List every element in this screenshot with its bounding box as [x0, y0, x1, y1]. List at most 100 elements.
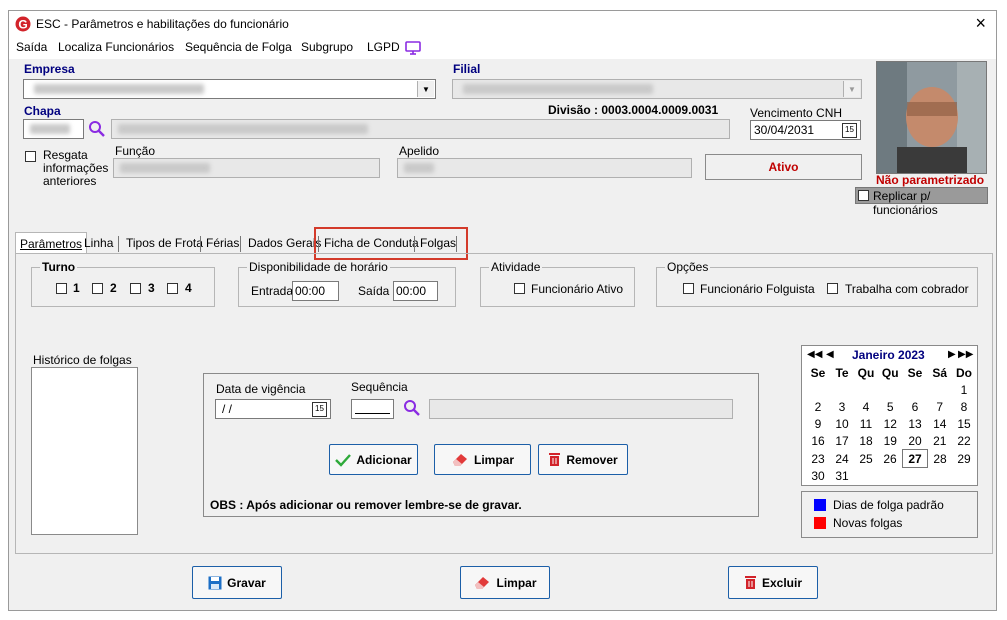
saida-field[interactable]: 00:00	[393, 281, 438, 301]
calendar-day[interactable]: 21	[928, 432, 953, 450]
tab-parametros[interactable]: Parâmetros	[15, 232, 88, 254]
limpar-folga-button[interactable]: Limpar	[434, 444, 531, 475]
calendar-weekday: Sá	[932, 365, 948, 380]
funcao-field	[113, 158, 380, 178]
status-badge: Ativo	[705, 154, 862, 180]
replicar-checkbox[interactable]	[858, 190, 869, 201]
filial-combo[interactable]: ▼	[452, 79, 862, 99]
entrada-field[interactable]: 00:00	[292, 281, 339, 301]
calendar-day[interactable]: 7	[928, 398, 953, 415]
calendar-day[interactable]: 25	[854, 450, 878, 468]
funcionario-ativo-checkbox[interactable]	[514, 283, 525, 294]
turno-2-checkbox[interactable]	[92, 283, 103, 294]
calendar-day[interactable]: 3	[830, 398, 854, 415]
chevron-down-icon[interactable]: ▼	[843, 81, 860, 97]
calendar-icon[interactable]: 15	[842, 123, 857, 138]
prev-month-icon[interactable]: ◀	[826, 349, 834, 360]
calendar-day[interactable]: 18	[854, 432, 878, 450]
legend-padrao-swatch	[814, 499, 826, 511]
calendar-day[interactable]: 11	[854, 415, 878, 432]
tab-label: Tipos de Frota	[126, 236, 203, 250]
adicionar-button[interactable]: Adicionar	[329, 444, 418, 475]
tab-tipos-de-frota[interactable]: Tipos de Frota	[122, 233, 207, 253]
turno-2-label: 2	[110, 281, 117, 295]
prev-year-icon[interactable]: ◀◀	[807, 349, 822, 360]
svg-text:G: G	[18, 18, 27, 32]
calendar-day[interactable]: 22	[952, 432, 976, 450]
calendar-day[interactable]: 27	[902, 449, 928, 468]
search-icon[interactable]	[88, 120, 106, 141]
menu-saida[interactable]: Saída	[16, 40, 47, 54]
calendar-icon[interactable]: 15	[312, 402, 327, 417]
calendar-day[interactable]: 29	[952, 450, 976, 468]
replicar-label: Replicar p/ funcionários	[873, 189, 938, 217]
next-month-icon[interactable]: ▶	[948, 349, 956, 360]
calendar-day[interactable]: 13	[903, 415, 928, 432]
calendar-day[interactable]: 15	[952, 415, 976, 432]
calendar-weekday: Se	[810, 365, 826, 380]
gravar-button[interactable]: Gravar	[192, 566, 282, 599]
chapa-field[interactable]	[23, 119, 84, 139]
historico-list[interactable]	[31, 367, 138, 535]
calendar-day[interactable]: 20	[903, 432, 928, 450]
apelido-field	[397, 158, 692, 178]
eraser-icon	[475, 576, 490, 589]
calendar-day[interactable]: 17	[830, 432, 854, 450]
remover-label: Remover	[566, 452, 618, 467]
calendar-day	[878, 468, 903, 486]
resgata-label: Resgata informações anteriores	[43, 148, 109, 188]
resgata-checkbox[interactable]	[25, 151, 36, 162]
close-icon[interactable]: ×	[975, 13, 986, 34]
remover-button[interactable]: Remover	[538, 444, 628, 475]
calendar-day[interactable]: 5	[878, 398, 903, 415]
title-bar: G ESC - Parâmetros e habilitações do fun…	[9, 11, 996, 37]
window-title: ESC - Parâmetros e habilitações do funci…	[36, 17, 289, 31]
calendar-day[interactable]: 19	[878, 432, 903, 450]
calendar-day[interactable]: 14	[928, 415, 953, 432]
next-year-icon[interactable]: ▶▶	[958, 349, 973, 360]
calendar-day[interactable]: 10	[830, 415, 854, 432]
calendar-day[interactable]: 6	[903, 398, 928, 415]
calendar-day[interactable]: 23	[806, 450, 830, 468]
menu-lgpd[interactable]: LGPD	[367, 40, 400, 54]
calendar-day[interactable]: 4	[854, 398, 878, 415]
vencimento-field[interactable]: 30/04/2031 15	[750, 120, 861, 140]
replicar-control[interactable]: Replicar p/ funcionários	[855, 187, 988, 217]
check-icon	[335, 453, 352, 467]
turno-4-checkbox[interactable]	[167, 283, 178, 294]
vigencia-field[interactable]: / / 15	[215, 399, 331, 419]
calendar-day[interactable]: 16	[806, 432, 830, 450]
calendar-day[interactable]: 26	[878, 450, 903, 468]
menu-localiza-funcionarios[interactable]: Localiza Funcionários	[58, 40, 174, 54]
menu-subgrupo[interactable]: Subgrupo	[301, 40, 353, 54]
calendar-day[interactable]: 8	[952, 398, 976, 415]
calendar-day[interactable]: 12	[878, 415, 903, 432]
employee-name-field	[111, 119, 730, 139]
search-icon[interactable]	[403, 399, 421, 420]
calendar-day[interactable]: 31	[830, 468, 854, 486]
calendar-day[interactable]: 1	[952, 381, 976, 398]
folguista-checkbox[interactable]	[683, 283, 694, 294]
tab-ferias[interactable]: Férias	[202, 233, 243, 253]
trash-icon	[549, 453, 561, 466]
vigencia-value: / /	[222, 402, 233, 416]
limpar-button[interactable]: Limpar	[460, 566, 550, 599]
calendar-day[interactable]: 28	[928, 450, 953, 468]
calendar-day[interactable]: 30	[806, 468, 830, 486]
chevron-down-icon[interactable]: ▼	[417, 81, 434, 97]
calendar: ◀◀ ◀ Janeiro 2023 ▶ ▶▶ Se Te Qu Qu Se Sá Do 12…	[801, 345, 978, 486]
excluir-button[interactable]: Excluir	[728, 566, 818, 599]
tab-linha[interactable]: Linha	[80, 233, 117, 253]
entrada-label: Entrada	[251, 284, 294, 298]
turno-1-checkbox[interactable]	[56, 283, 67, 294]
monitor-icon[interactable]	[405, 41, 421, 58]
calendar-day[interactable]: 2	[806, 398, 830, 415]
calendar-day[interactable]: 24	[830, 450, 854, 468]
eraser-icon	[452, 453, 467, 466]
empresa-combo[interactable]: ▼	[23, 79, 436, 99]
turno-3-checkbox[interactable]	[130, 283, 141, 294]
menu-sequencia-de-folga[interactable]: Sequência de Folga	[185, 40, 292, 54]
calendar-day[interactable]: 9	[806, 415, 830, 432]
sequencia-field[interactable]	[351, 399, 394, 419]
cobrador-checkbox[interactable]	[827, 283, 838, 294]
